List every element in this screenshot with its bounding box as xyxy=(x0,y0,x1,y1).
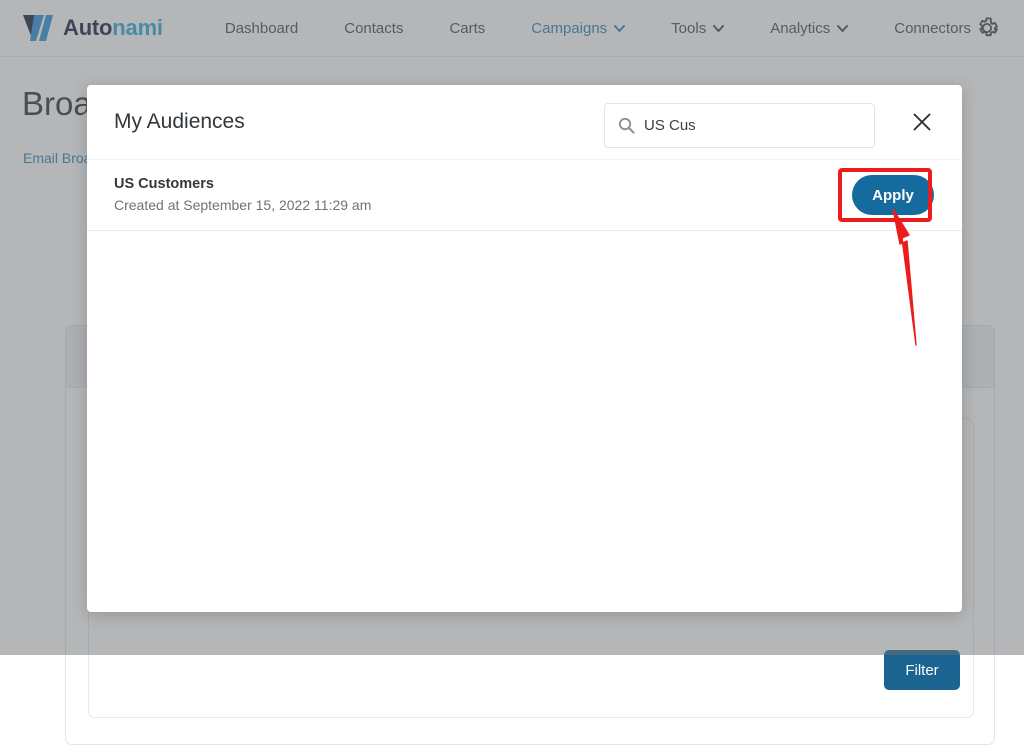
audience-info: US Customers Created at September 15, 20… xyxy=(114,174,371,216)
close-icon[interactable] xyxy=(911,111,933,133)
audience-name: US Customers xyxy=(114,174,371,194)
list-item[interactable]: US Customers Created at September 15, 20… xyxy=(87,160,962,231)
modal-header: My Audiences xyxy=(87,85,962,160)
audience-created-at: Created at September 15, 2022 11:29 am xyxy=(114,194,371,216)
search-input[interactable] xyxy=(644,104,854,147)
audience-list: US Customers Created at September 15, 20… xyxy=(87,160,962,231)
apply-button[interactable]: Apply xyxy=(852,175,934,215)
search-icon xyxy=(618,117,635,134)
audience-search-box[interactable] xyxy=(604,103,875,148)
my-audiences-modal: My Audiences US Customers Created at Sep… xyxy=(87,85,962,612)
filter-button[interactable]: Filter xyxy=(884,650,960,690)
modal-title: My Audiences xyxy=(114,110,245,134)
